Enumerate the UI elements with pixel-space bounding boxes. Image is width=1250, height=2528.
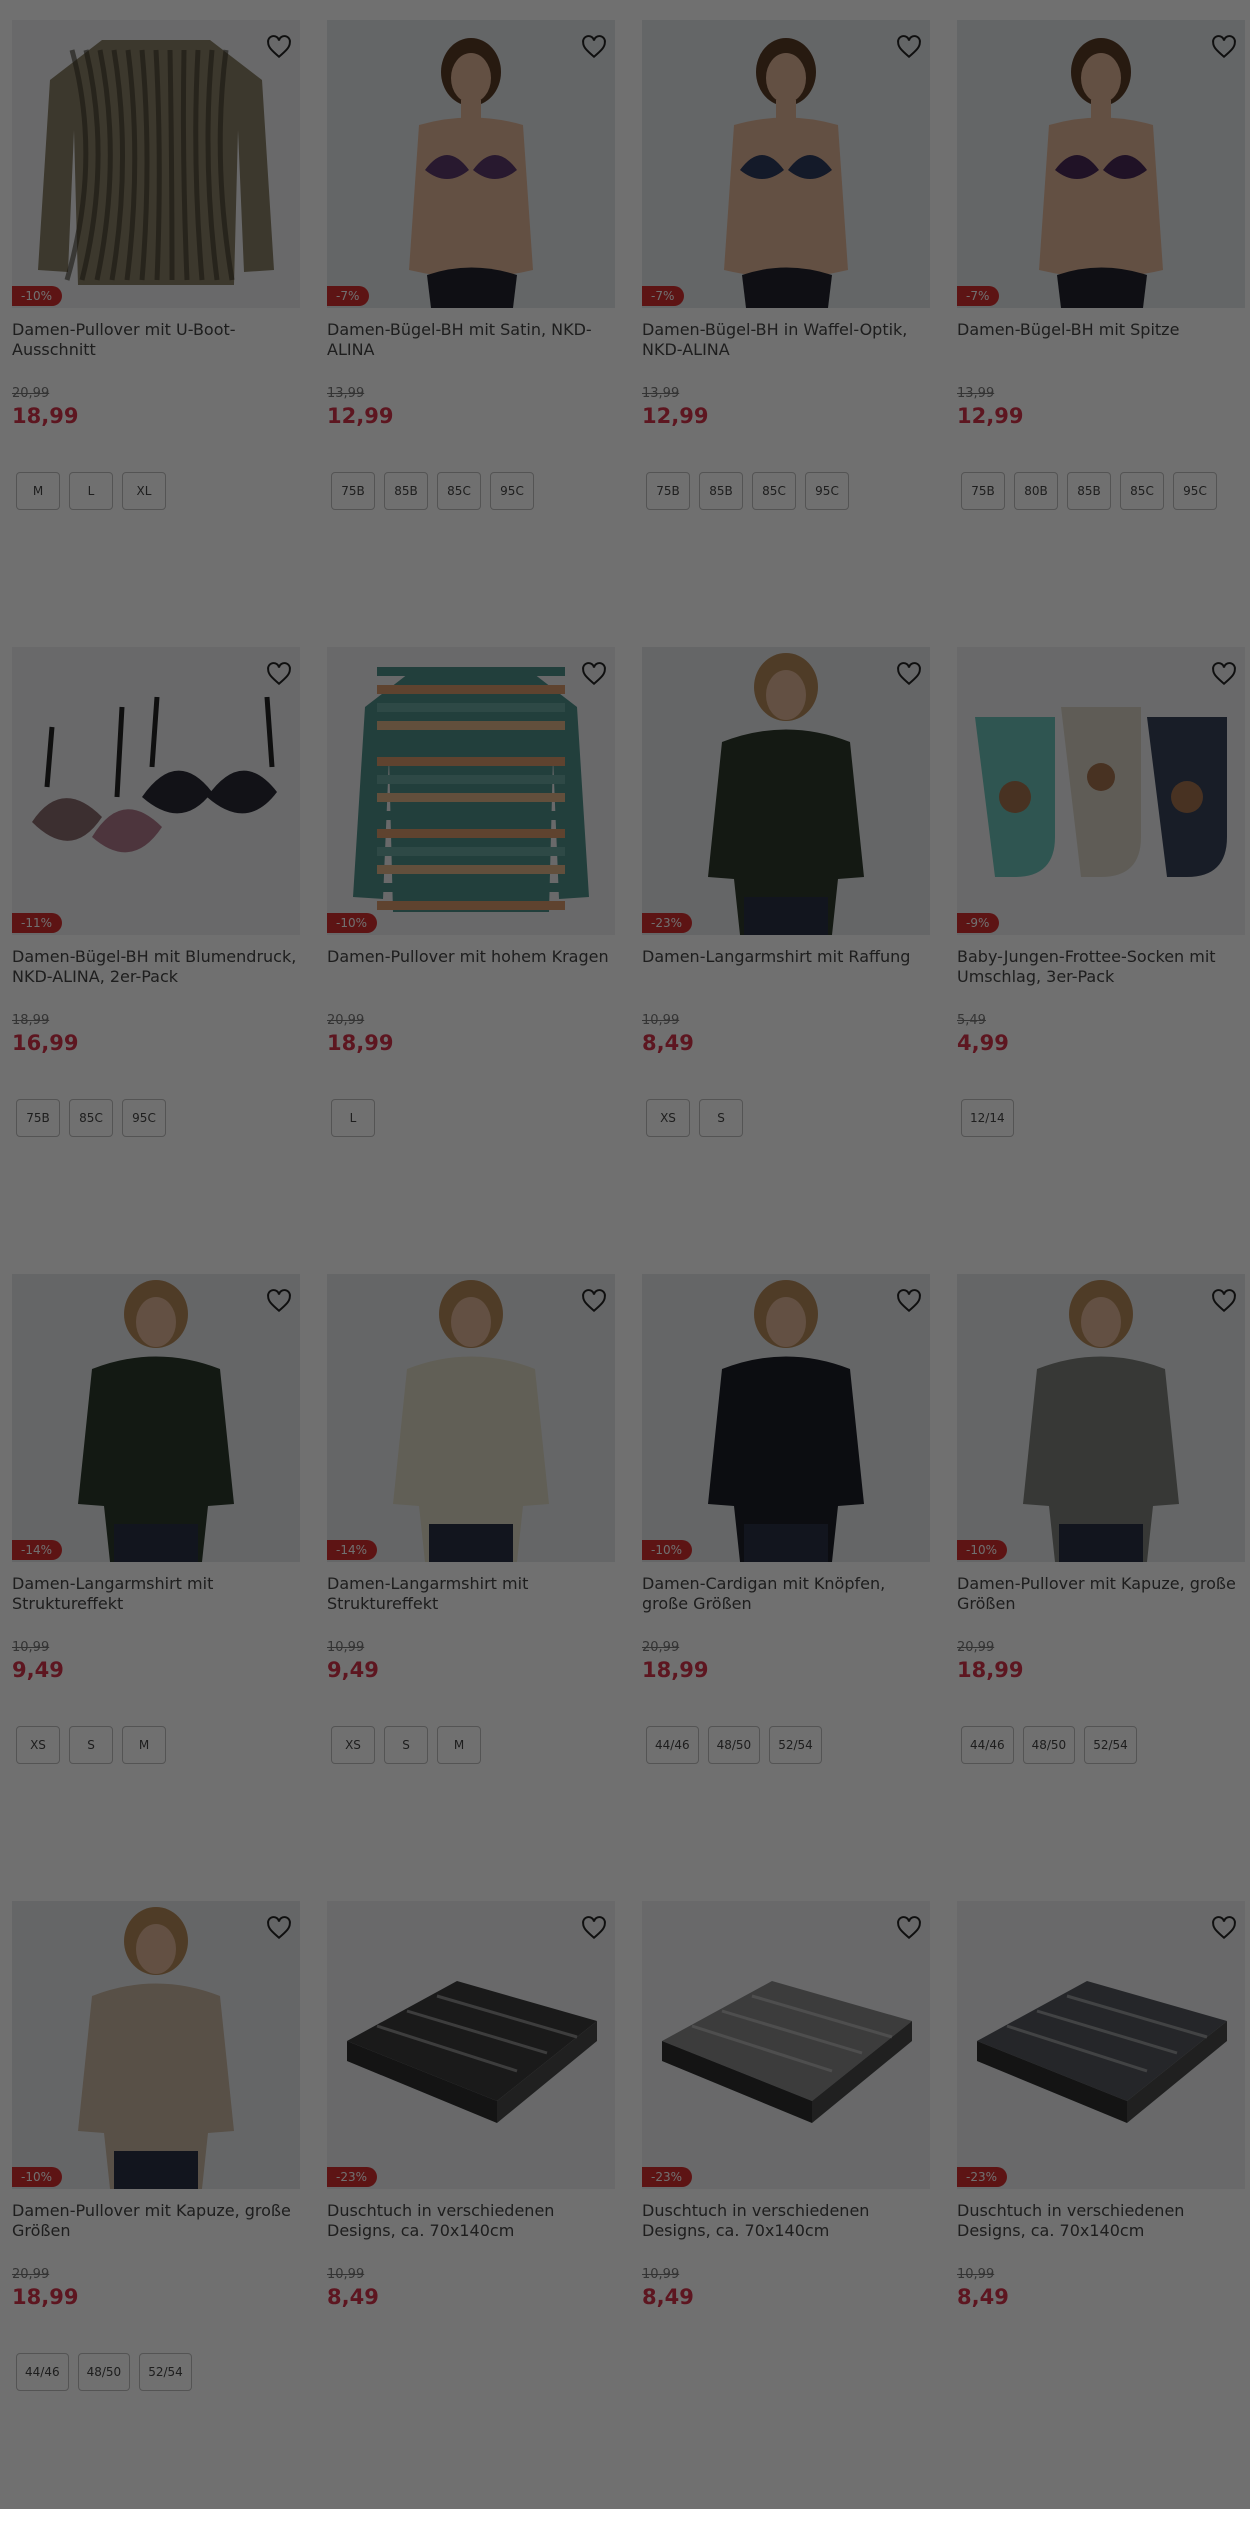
- modal-backdrop-overlay[interactable]: [0, 0, 1250, 2509]
